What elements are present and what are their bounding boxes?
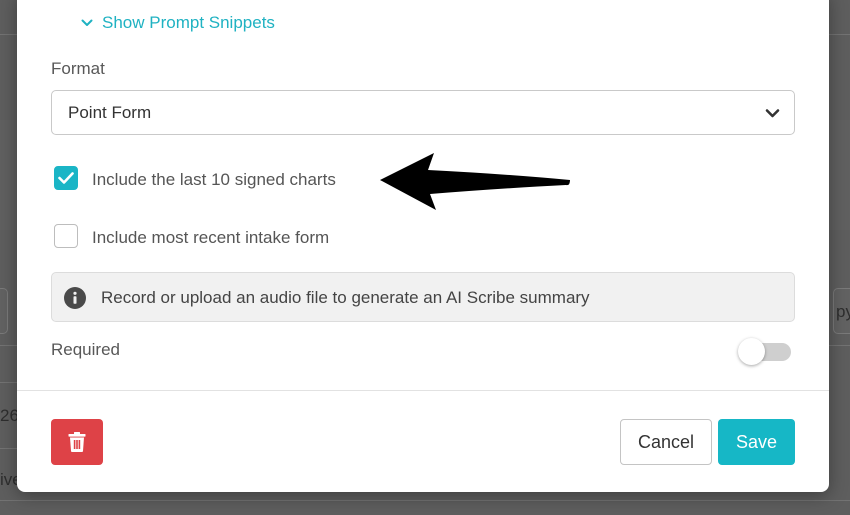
checkmark-icon [58, 172, 74, 184]
info-banner: Record or upload an audio file to genera… [51, 272, 795, 322]
background-divider [0, 34, 17, 35]
include-charts-label: Include the last 10 signed charts [92, 170, 336, 189]
background-panel [0, 120, 17, 230]
info-icon [64, 287, 86, 309]
required-toggle[interactable] [738, 338, 792, 365]
annotation-arrow-icon [380, 153, 570, 210]
background-button-text: py l [836, 302, 850, 321]
required-label: Required [51, 340, 120, 359]
chevron-down-icon [765, 109, 780, 118]
modal-dialog: Show Prompt Snippets Format Point Form I… [17, 0, 829, 492]
info-banner-text: Record or upload an audio file to genera… [101, 288, 590, 307]
format-label: Format [51, 59, 105, 78]
background-divider [829, 34, 850, 35]
format-select-value: Point Form [68, 102, 152, 122]
trash-icon [68, 432, 86, 452]
include-intake-checkbox[interactable] [54, 224, 78, 248]
format-select[interactable]: Point Form [51, 90, 795, 135]
background-divider [0, 448, 17, 449]
include-charts-checkbox[interactable] [54, 166, 78, 190]
snippets-link-label: Show Prompt Snippets [102, 13, 275, 32]
background-panel [829, 120, 850, 230]
toggle-knob [738, 338, 765, 365]
include-intake-label: Include most recent intake form [92, 228, 330, 247]
show-prompt-snippets-link[interactable]: Show Prompt Snippets [81, 12, 275, 34]
background-divider [0, 382, 17, 383]
save-button[interactable]: Save [718, 419, 795, 465]
background-divider [829, 345, 850, 346]
cancel-button[interactable]: Cancel [620, 419, 712, 465]
background-input [0, 288, 8, 334]
delete-button[interactable] [51, 419, 103, 465]
chevron-down-icon [81, 19, 93, 26]
background-divider [0, 500, 850, 501]
background-divider [0, 345, 17, 346]
footer-divider [17, 390, 829, 391]
